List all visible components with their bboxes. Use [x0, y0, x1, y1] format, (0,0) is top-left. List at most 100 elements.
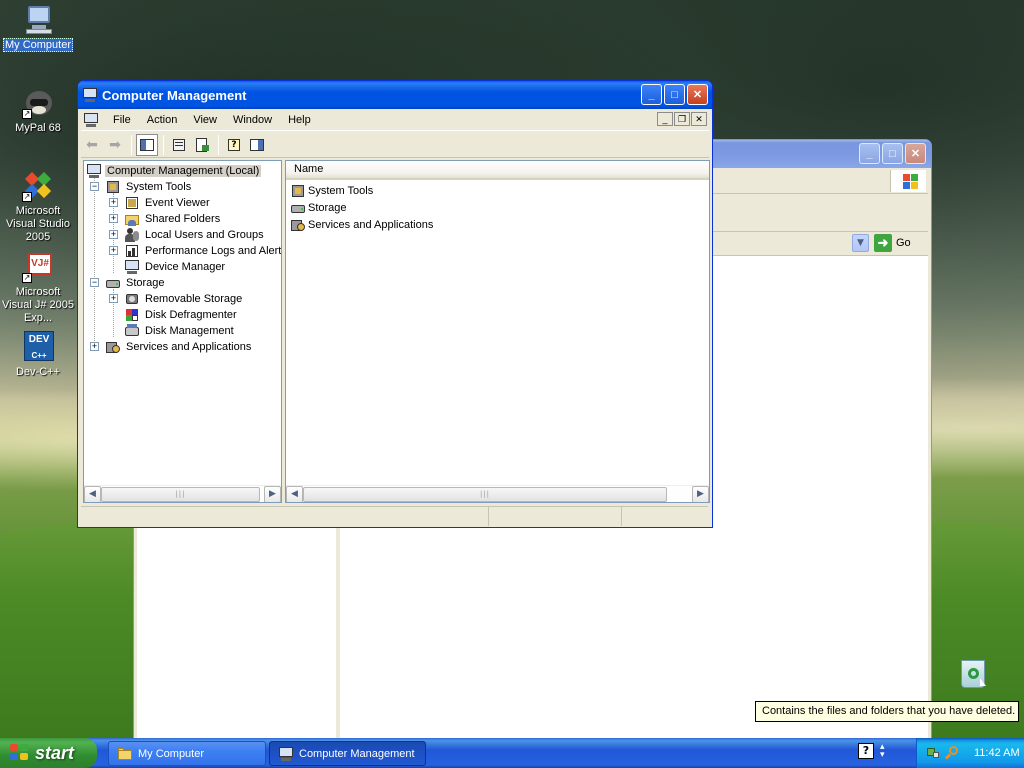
tree-item-system-tools[interactable]: − System Tools — [90, 179, 193, 195]
disk-management-icon — [124, 323, 140, 339]
computer-management-window[interactable]: Computer Management _ □ ✕ File Action Vi… — [77, 80, 713, 528]
mmc-system-menu-icon[interactable] — [83, 112, 99, 128]
tree-item-disk-management[interactable]: Disk Management — [124, 323, 236, 339]
export-list-icon — [194, 137, 210, 153]
help-icon: ? — [226, 137, 242, 153]
tree-item-performance-logs[interactable]: + Performance Logs and Alerts — [109, 243, 281, 259]
list-item[interactable]: System Tools — [290, 183, 373, 199]
menu-view[interactable]: View — [185, 112, 225, 128]
taskbar: start My Computer Computer Management ? … — [0, 738, 1024, 768]
minimize-button[interactable]: _ — [859, 143, 880, 164]
collapse-button[interactable]: − — [90, 278, 99, 287]
help-icon[interactable]: ? — [858, 743, 874, 759]
computer-management-titlebar[interactable]: Computer Management _ □ ✕ — [78, 81, 712, 109]
expand-button[interactable]: + — [109, 294, 118, 303]
help-button[interactable]: ? — [223, 134, 245, 156]
mdi-minimize-button[interactable]: _ — [657, 112, 673, 126]
tree-item-services-applications[interactable]: + Services and Applications — [90, 339, 253, 355]
results-horizontal-scrollbar[interactable]: ◀ ||| ▶ — [286, 485, 709, 502]
status-cell — [622, 506, 708, 526]
column-header-name[interactable]: Name — [286, 161, 709, 180]
expand-button[interactable]: + — [109, 246, 118, 255]
expand-button[interactable]: + — [109, 198, 118, 207]
close-button[interactable]: ✕ — [687, 84, 708, 105]
tree-item-local-users-groups[interactable]: + Local Users and Groups — [109, 227, 266, 243]
address-dropdown-button[interactable]: ▼ — [852, 234, 869, 252]
back-button[interactable]: ⬅ — [81, 134, 103, 156]
computer-management-icon — [82, 87, 98, 103]
results-pane[interactable]: Name System Tools Storage Services and A… — [285, 160, 710, 503]
menu-window[interactable]: Window — [225, 112, 280, 128]
desktop-icon-label: Dev-C++ — [15, 366, 61, 378]
tree-item-computer-management[interactable]: Computer Management (Local) — [86, 163, 262, 179]
maximize-button[interactable]: □ — [882, 143, 903, 164]
expand-button[interactable]: + — [90, 342, 99, 351]
maximize-button[interactable]: □ — [664, 84, 685, 105]
toolbar: ⬅ ➡ ? — [81, 132, 709, 158]
menu-file[interactable]: File — [105, 112, 139, 128]
tree-item-shared-folders[interactable]: + Shared Folders — [109, 211, 222, 227]
recycle-bin-icon[interactable] — [959, 657, 989, 691]
scroll-left-button[interactable]: ◀ — [286, 486, 303, 502]
properties-icon — [171, 137, 187, 153]
removable-storage-icon — [124, 291, 140, 307]
recycle-bin-tooltip: Contains the files and folders that you … — [755, 701, 1019, 722]
menu-action[interactable]: Action — [139, 112, 186, 128]
list-item[interactable]: Storage — [290, 200, 347, 216]
tree-item-event-viewer[interactable]: + Event Viewer — [109, 195, 212, 211]
shortcut-arrow-icon: ↗ — [22, 192, 32, 202]
tree-label: Disk Management — [145, 325, 234, 337]
expand-button[interactable]: + — [109, 230, 118, 239]
tree-label: Services and Applications — [126, 341, 252, 353]
desktop-icon-devcpp[interactable]: DEV C++ Dev-C++ — [0, 331, 76, 379]
mouse-cursor-icon — [980, 678, 986, 686]
event-viewer-icon — [124, 195, 140, 211]
desktop-icon-mypal[interactable]: ↗ MyPal 68 — [0, 87, 76, 135]
toolbar-separator — [131, 134, 132, 155]
windows-logo-icon — [10, 744, 30, 762]
show-hide-action-pane-button[interactable] — [246, 134, 268, 156]
storage-icon — [290, 200, 306, 216]
language-bar-options-icon[interactable]: ▴ ▾ — [880, 743, 885, 760]
collapse-button[interactable]: − — [90, 182, 99, 191]
console-tree[interactable]: Computer Management (Local) − System Too… — [83, 160, 282, 503]
taskbar-button-my-computer[interactable]: My Computer — [108, 741, 266, 766]
scroll-right-button[interactable]: ▶ — [264, 486, 281, 502]
properties-button[interactable] — [168, 134, 190, 156]
forward-button[interactable]: ➡ — [104, 134, 126, 156]
menu-help[interactable]: Help — [280, 112, 319, 128]
desktop-icon-visual-jsharp[interactable]: VJ# ↗ Microsoft Visual J# 2005 Exp... — [0, 251, 76, 325]
clock[interactable]: 11:42 AM — [974, 747, 1020, 759]
go-button[interactable]: ➜ Go — [874, 234, 911, 252]
tree-label: System Tools — [126, 181, 192, 193]
desktop-icon-my-computer[interactable]: My Computer — [0, 4, 76, 52]
tree-item-storage[interactable]: − Storage — [90, 275, 167, 291]
desktop-icon-label: My Computer — [2, 38, 74, 52]
tree-item-removable-storage[interactable]: + Removable Storage — [109, 291, 244, 307]
show-hide-console-tree-button[interactable] — [136, 133, 158, 156]
tree-label: Removable Storage — [145, 293, 243, 305]
close-button[interactable]: ✕ — [905, 143, 926, 164]
desktop-icon-visual-studio[interactable]: ↗ Microsoft Visual Studio 2005 — [0, 170, 76, 244]
scroll-right-button[interactable]: ▶ — [692, 486, 709, 502]
mdi-close-button[interactable]: ✕ — [691, 112, 707, 126]
scroll-left-button[interactable]: ◀ — [84, 486, 101, 502]
scroll-thumb[interactable]: ||| — [303, 487, 667, 502]
start-button[interactable]: start — [0, 738, 97, 768]
minimize-button[interactable]: _ — [641, 84, 662, 105]
mdi-restore-button[interactable]: ❐ — [674, 112, 690, 126]
network-icon[interactable] — [925, 745, 941, 761]
list-item[interactable]: Services and Applications — [290, 217, 433, 233]
export-list-button[interactable] — [191, 134, 213, 156]
taskbar-button-computer-management[interactable]: Computer Management — [269, 741, 426, 766]
tree-horizontal-scrollbar[interactable]: ◀ ||| ▶ — [84, 485, 281, 502]
tree-label: Shared Folders — [145, 213, 221, 225]
search-icon[interactable] — [944, 745, 960, 761]
expand-button[interactable]: + — [109, 214, 118, 223]
tree-item-device-manager[interactable]: Device Manager — [124, 259, 227, 275]
tree-item-disk-defragmenter[interactable]: Disk Defragmenter — [124, 307, 239, 323]
status-cell — [489, 506, 622, 526]
scroll-thumb[interactable]: ||| — [101, 487, 260, 502]
folder-icon — [117, 746, 133, 762]
taskbar-button-label: My Computer — [138, 747, 205, 760]
